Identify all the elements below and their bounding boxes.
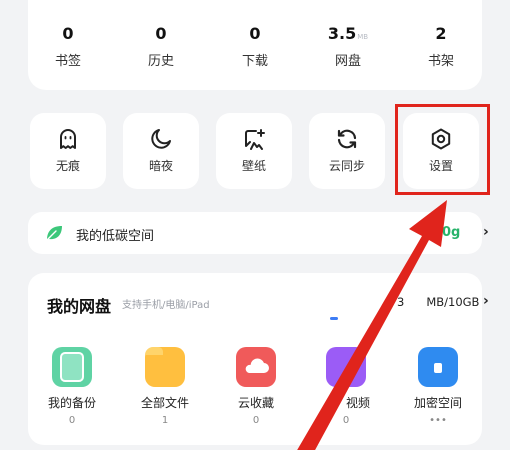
annotation-arrow bbox=[297, 200, 447, 450]
